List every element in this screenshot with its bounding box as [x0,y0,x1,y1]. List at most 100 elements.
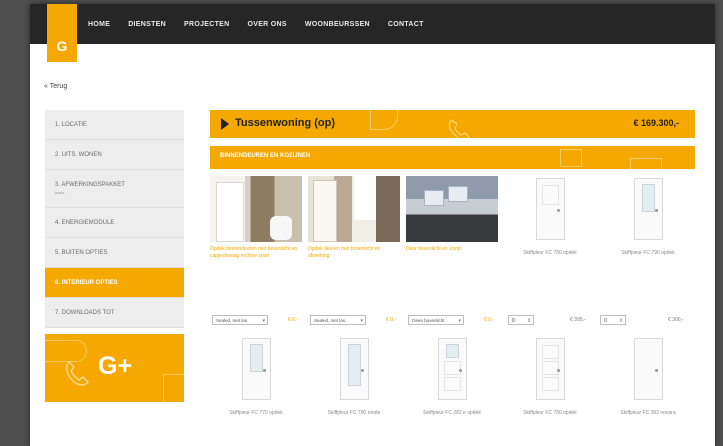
select-value: Geen bovenlicht [412,318,445,323]
product-card[interactable]: Opdek deuren met bovenlicht en afwerking [308,176,400,268]
door-shape [536,338,565,400]
select-value: Sealed, met las. [216,318,249,323]
door-knob [557,369,560,372]
quantity-value: 0 [604,318,607,324]
sidebar-item-downloads[interactable]: 7. DOWNLOADS TOT [45,298,184,328]
door-image [602,174,694,246]
top-navigation-bar: G HOME DIENSTEN PROJECTEN OVER ONS WOONB… [30,4,715,62]
door-panel [542,345,559,359]
door-image [406,334,498,406]
product-card[interactable]: Skiffpleur FC 790 ronde [308,334,400,432]
door-image [602,334,694,406]
quantity-value: 0 [512,318,515,324]
logo[interactable]: G [47,4,77,62]
sidebar-item-locatie[interactable]: 1. LOCATIE [45,110,184,140]
door-image [504,334,596,406]
door-shape [313,180,337,242]
door-shape [536,178,565,240]
sidebar-item-buiten-opties[interactable]: 5. BUITEN OPTIES [45,238,184,268]
product-caption: Opdek deuren met bovenlicht en afwerking [308,246,381,259]
option-price: € 300,- [668,317,684,323]
nav-home[interactable]: HOME [88,21,110,28]
nav-projecten[interactable]: PROJECTEN [184,21,230,28]
logo-text: G [56,38,68,54]
door-knob [655,369,658,372]
product-photo [308,176,400,242]
product-card[interactable]: Skiffpleur FC 790 opdek [602,174,694,272]
product-card[interactable]: Skiffpleur FC 393 novara [602,334,694,432]
product-photo [406,176,498,242]
door-shape [634,338,663,400]
product-caption: Skiffpleur FC 770 opdek [229,410,283,416]
door-shape [438,338,467,400]
sidebar-item-interieur-opties[interactable]: 6. INTERIEUR OPTIES [45,268,184,298]
nav-over-ons[interactable]: OVER ONS [248,21,287,28]
option-price: € 0,- [288,317,299,323]
product-card[interactable]: Skiffpleur FC 780 opdek [504,174,596,272]
phone-icon [448,119,470,140]
chevron-down-icon: ▾ [262,318,265,324]
sidebar-item-label: 3. AFWERKINGSPAKKET [55,182,125,188]
option-select[interactable]: Geen bovenlicht ▾ [408,315,464,325]
decor-line [45,340,87,362]
nav-diensten[interactable]: DIENSTEN [128,21,166,28]
browser-page: G HOME DIENSTEN PROJECTEN OVER ONS WOONB… [30,4,715,446]
product-caption: Skiffpleur FC 393 novara [620,410,676,416]
sidebar-item-afwerkingspakket[interactable]: 3. AFWERKINGSPAKKET basis [45,170,184,208]
nav-contact[interactable]: CONTACT [388,21,424,28]
door-knob [361,369,364,372]
sidebar-item-label: 4. ENERGIEMODULE [55,219,115,226]
sidebar-item-label: 7. DOWNLOADS TOT [55,309,115,316]
door-shape [242,338,271,400]
chevron-down-icon: ▾ [458,318,461,324]
quantity-stepper[interactable]: 0 ⇕ [508,315,534,325]
product-card[interactable]: Skiffpleur FC 780 opdek [504,334,596,432]
product-photo [210,176,302,242]
door-shape [634,178,663,240]
option-price: € 0,- [386,317,397,323]
product-caption: Skiffpleur FC 282 e opdek [423,410,481,416]
quantity-stepper[interactable]: 0 ⇕ [600,315,626,325]
option-price: € 0,- [484,317,495,323]
product-card[interactable]: Skiffpleur FC 770 opdek [210,334,302,432]
door-shape [340,338,369,400]
door-knob [655,209,658,212]
chair-shape [270,216,292,240]
product-caption: Skiffpleur FC 790 ronde [327,410,381,416]
product-caption: Skiffpleur FC 790 opdek [621,250,675,256]
window-shape [448,186,468,202]
door-glass [348,344,361,386]
sidebar-item-label: 1. LOCATIE [55,121,87,128]
door-panel [444,361,461,375]
sidebar-item-energiemodule[interactable]: 4. ENERGIEMODULE [45,208,184,238]
nav-woonbeurzen[interactable]: WOONBEURSSEN [305,21,370,28]
play-arrow-icon [221,118,229,130]
sidebar-item-sublabel: basis [55,190,65,195]
promo-block[interactable]: G+ [45,334,184,402]
product-caption: Deur bovenlicht en kozijn [406,246,462,252]
door-glass [250,344,263,372]
decor-square [560,149,582,167]
door-glass [642,184,655,212]
option-select[interactable]: Sealed, met las. ▾ [310,315,366,325]
house-price: € 169.300,- [633,118,679,128]
product-card[interactable]: Deur bovenlicht en kozijn [406,176,498,268]
back-link[interactable]: « Terug [44,83,67,90]
sidebar-item-label: 2. UITS. WONEN [55,151,102,158]
door-panel [542,377,559,391]
door-image [308,334,400,406]
product-caption: Opdek binnendeuren met bovenlicht en cap… [210,246,298,259]
sidebar-item-uits-wonen[interactable]: 2. UITS. WONEN [45,140,184,170]
stepper-arrows-icon: ⇕ [526,318,531,324]
product-card[interactable]: Skiffpleur FC 282 e opdek [406,334,498,432]
sidebar-item-label: 6. INTERIEUR OPTIES [55,279,118,286]
section-title: BINNENDEUREN EN KOZIJNEN [220,153,311,159]
select-value: Sealed, met las. [314,318,347,323]
option-select[interactable]: Sealed, met las. ▾ [212,315,268,325]
main-nav: HOME DIENSTEN PROJECTEN OVER ONS WOONBEU… [88,4,424,44]
product-card[interactable]: Opdek binnendeuren met bovenlicht en cap… [210,176,302,268]
product-caption: Skiffpleur FC 780 opdek [523,250,577,256]
section-header: BINNENDEUREN EN KOZIJNEN [210,146,695,180]
promo-logo-text: G+ [98,352,133,380]
house-type-banner[interactable]: Tussenwoning (op) € 169.300,- [210,102,695,140]
